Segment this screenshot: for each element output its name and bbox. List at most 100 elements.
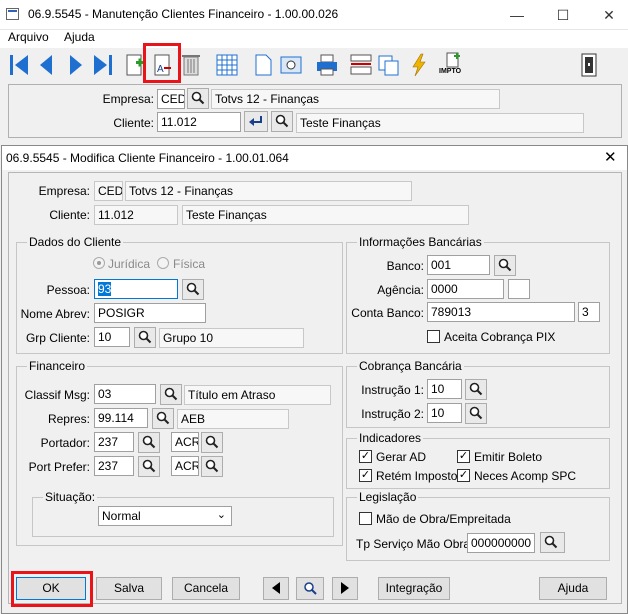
- cliente-enter-button[interactable]: [244, 111, 268, 132]
- lightning-icon[interactable]: [406, 51, 432, 79]
- portador-label: Portador:: [40, 436, 90, 450]
- grid-icon[interactable]: [214, 51, 240, 79]
- neces-checkbox[interactable]: ✓: [457, 469, 470, 482]
- exit-icon[interactable]: [576, 51, 602, 79]
- classif-name-field: Título em Atraso: [184, 385, 331, 405]
- tp-servico-search-button[interactable]: [540, 532, 565, 553]
- previous-button[interactable]: [263, 577, 289, 600]
- portpref-mod-field[interactable]: ACR: [171, 456, 199, 476]
- agencia-label: Agência:: [377, 283, 424, 297]
- zoom-icon[interactable]: [278, 51, 304, 79]
- classif-code-field[interactable]: 03: [94, 384, 156, 404]
- classif-search-button[interactable]: [160, 384, 182, 405]
- conta-field[interactable]: 789013: [427, 302, 575, 322]
- grp-label: Grp Cliente:: [25, 331, 90, 345]
- window-titlebar: 06.9.5545 - Manutenção Clientes Financei…: [0, 0, 628, 30]
- repres-code-field[interactable]: 99.114: [94, 408, 148, 428]
- portpref-search-button[interactable]: [138, 456, 160, 477]
- neces-label: Neces Acomp SPC: [474, 469, 577, 483]
- mao-obra-label: Mão de Obra/Empreitada: [376, 512, 511, 526]
- dlg-empresa-label: Empresa:: [38, 184, 90, 198]
- search-icon: [498, 258, 512, 272]
- chevron-down-icon: ⌄: [216, 509, 226, 521]
- impto-label: IMPTO: [439, 68, 462, 75]
- portador-code-field[interactable]: 237: [94, 432, 134, 452]
- abrev-field[interactable]: POSIGR: [94, 303, 206, 323]
- app-icon: [6, 8, 19, 20]
- pessoa-field[interactable]: 93: [94, 279, 178, 299]
- dlg-cliente-code: 11.012: [94, 205, 178, 225]
- print-icon[interactable]: [314, 51, 340, 79]
- instr2-search-button[interactable]: [465, 403, 487, 424]
- menu-ajuda[interactable]: Ajuda: [64, 30, 95, 44]
- integracao-button[interactable]: Integração: [378, 577, 450, 600]
- empresa-search-button[interactable]: [187, 88, 209, 109]
- close-icon[interactable]: ✕: [586, 0, 628, 30]
- maximize-icon[interactable]: ☐: [540, 0, 586, 30]
- instr1-search-button[interactable]: [465, 379, 487, 400]
- empresa-name-field: Totvs 12 - Finanças: [211, 89, 500, 109]
- repres-name-field: AEB: [177, 409, 289, 429]
- repres-search-button[interactable]: [152, 408, 174, 429]
- banco-label: Banco:: [386, 259, 424, 273]
- agencia-field[interactable]: 0000: [427, 279, 504, 299]
- banco-field[interactable]: 001: [427, 255, 490, 275]
- tp-servico-label: Tp Serviço Mão Obra:: [356, 537, 474, 551]
- delete-record-icon[interactable]: [178, 51, 204, 79]
- dlg-cliente-label: Cliente:: [49, 208, 90, 222]
- cliente-search-button[interactable]: [271, 111, 293, 132]
- gerar-ad-checkbox[interactable]: ✓: [359, 450, 372, 463]
- portador-mod-search-button[interactable]: [201, 432, 223, 453]
- record-list-icon[interactable]: [348, 51, 374, 79]
- copy-icon[interactable]: [376, 51, 402, 79]
- grp-code-field[interactable]: 10: [94, 327, 130, 347]
- salva-button[interactable]: Salva: [96, 577, 162, 600]
- pessoa-search-button[interactable]: [182, 279, 204, 300]
- situacao-select[interactable]: Normal ⌄: [98, 506, 232, 526]
- emitir-boleto-checkbox[interactable]: ✓: [457, 450, 470, 463]
- previous-record-icon[interactable]: [34, 51, 60, 79]
- mao-obra-checkbox[interactable]: [359, 512, 372, 525]
- abrev-label: Nome Abrev:: [20, 307, 90, 321]
- agencia-dv-field[interactable]: [508, 279, 530, 299]
- instr2-field[interactable]: 10: [427, 403, 462, 423]
- radio-fisica[interactable]: [157, 257, 169, 269]
- cancela-button[interactable]: Cancela: [172, 577, 240, 600]
- next-record-icon[interactable]: [62, 51, 88, 79]
- ajuda-button[interactable]: Ajuda: [539, 577, 607, 600]
- cliente-code-field[interactable]: 11.012: [157, 112, 241, 132]
- search-icon: [164, 387, 178, 401]
- modify-icon-highlight: [143, 43, 181, 83]
- last-record-icon[interactable]: [90, 51, 116, 79]
- search-icon: [142, 435, 156, 449]
- banco-search-button[interactable]: [494, 255, 516, 276]
- first-record-icon[interactable]: [6, 51, 32, 79]
- dados-cliente-title: Dados do Cliente: [27, 235, 124, 249]
- bancarias-title: Informações Bancárias: [357, 235, 484, 249]
- goto-button[interactable]: [296, 577, 324, 600]
- empresa-code-field[interactable]: CED: [157, 89, 185, 109]
- minimize-icon[interactable]: —: [494, 0, 540, 30]
- document-icon[interactable]: [250, 51, 276, 79]
- empresa-label: Empresa:: [102, 92, 154, 106]
- search-icon: [138, 330, 152, 344]
- portador-mod-field[interactable]: ACR: [171, 432, 199, 452]
- search-icon: [275, 114, 289, 128]
- next-button[interactable]: [332, 577, 358, 600]
- portpref-mod-search-button[interactable]: [201, 456, 223, 477]
- instr1-label: Instrução 1:: [361, 383, 424, 397]
- portador-search-button[interactable]: [138, 432, 160, 453]
- instr1-field[interactable]: 10: [427, 379, 462, 399]
- dialog-close-icon[interactable]: ✕: [604, 148, 617, 166]
- grp-search-button[interactable]: [134, 327, 156, 348]
- instr2-label: Instrução 2:: [361, 407, 424, 421]
- conta-dv-field[interactable]: 3: [578, 302, 600, 322]
- retem-checkbox[interactable]: ✓: [359, 469, 372, 482]
- tp-servico-field[interactable]: 000000000: [467, 533, 535, 553]
- pix-checkbox[interactable]: [427, 330, 440, 343]
- search-icon: [469, 382, 483, 396]
- radio-juridica[interactable]: [93, 257, 105, 269]
- portpref-code-field[interactable]: 237: [94, 456, 134, 476]
- menu-arquivo[interactable]: Arquivo: [8, 30, 49, 44]
- pix-label: Aceita Cobrança PIX: [444, 330, 556, 344]
